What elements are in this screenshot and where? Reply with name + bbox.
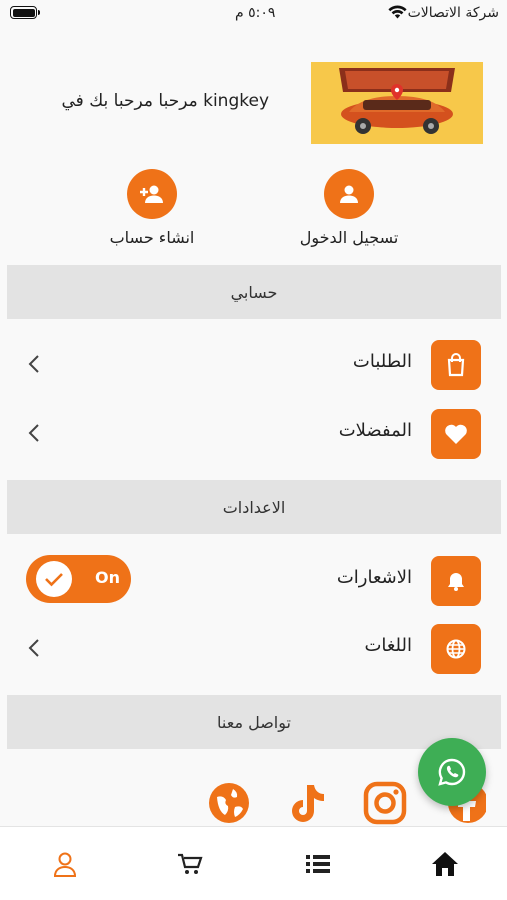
languages-row[interactable]: اللغات [0, 617, 507, 679]
favorites-label: المفضلات [338, 420, 412, 441]
chevron-left-icon [28, 424, 39, 442]
globe-icon [431, 624, 481, 674]
notifications-row: الاشعارات On [0, 549, 507, 611]
toggle-state-text: On [95, 568, 120, 587]
clock: ٥:٠٩ م [235, 5, 276, 21]
profile-icon[interactable] [45, 849, 85, 879]
tiktok-icon[interactable] [284, 780, 330, 826]
favorites-row[interactable]: المفضلات [0, 402, 507, 464]
notifications-label: الاشعارات [336, 567, 412, 588]
whatsapp-button[interactable] [418, 738, 486, 806]
bottom-nav [0, 826, 507, 900]
register-label: انشاء حساب [109, 228, 195, 247]
chevron-left-icon [28, 355, 39, 373]
register-button[interactable]: انشاء حساب [77, 169, 227, 247]
add-user-icon [127, 169, 177, 219]
section-settings: الاعدادات [7, 480, 501, 534]
wifi-icon [388, 5, 407, 19]
brand-logo [311, 62, 483, 144]
check-icon [36, 561, 72, 597]
bell-icon [431, 556, 481, 606]
notifications-toggle[interactable]: On [26, 555, 131, 603]
chevron-left-icon [28, 639, 39, 657]
orders-row[interactable]: الطلبات [0, 333, 507, 395]
heart-icon [431, 409, 481, 459]
user-icon [324, 169, 374, 219]
status-bar: شركة الاتصالات ٥:٠٩ م [0, 0, 507, 30]
section-contact: تواصل معنا [7, 695, 501, 749]
list-icon[interactable] [298, 849, 338, 879]
website-icon[interactable] [206, 780, 252, 826]
login-label: تسجيل الدخول [299, 228, 399, 247]
cart-icon[interactable] [170, 849, 210, 879]
orders-label: الطلبات [352, 351, 412, 372]
shopping-bag-icon [431, 340, 481, 390]
whatsapp-icon [438, 758, 466, 786]
home-icon[interactable] [425, 849, 465, 879]
welcome-text: مرحبا مرحبا بك في kingkey [61, 91, 269, 111]
login-button[interactable]: تسجيل الدخول [274, 169, 424, 247]
instagram-icon[interactable] [362, 780, 408, 826]
section-account: حسابي [7, 265, 501, 319]
battery-icon [10, 6, 40, 19]
carrier-name: شركة الاتصالات [407, 5, 499, 21]
languages-label: اللغات [364, 635, 412, 656]
